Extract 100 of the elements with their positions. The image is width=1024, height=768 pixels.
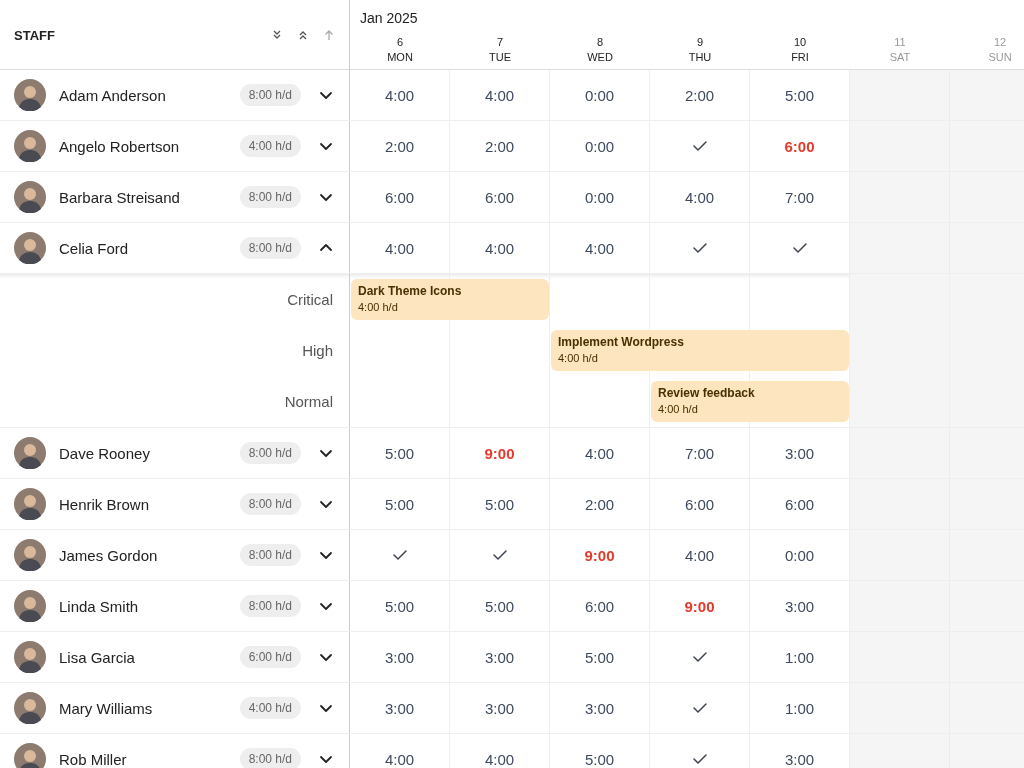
hours-cell: 2:00 bbox=[650, 70, 750, 120]
staff-name: Linda Smith bbox=[59, 597, 140, 615]
expand-all-icon[interactable] bbox=[271, 29, 283, 41]
hours-cell: 9:00 bbox=[650, 581, 750, 631]
avatar-icon bbox=[14, 79, 46, 111]
day-number: 11 bbox=[894, 36, 906, 48]
hours-cell: 5:00 bbox=[450, 581, 550, 631]
hours-cell: 7:00 bbox=[650, 428, 750, 478]
hours-cell: 4:00 bbox=[350, 70, 450, 120]
hours-cell: 0:00 bbox=[550, 172, 650, 222]
avatar-icon bbox=[14, 743, 46, 768]
day-number: 6 bbox=[396, 36, 404, 48]
hours-cell: 6:00 bbox=[650, 479, 750, 529]
avatar-icon bbox=[14, 692, 46, 724]
hours-cell: 5:00 bbox=[350, 428, 450, 478]
day-number: 9 bbox=[696, 36, 704, 48]
hours-cell: 5:00 bbox=[350, 581, 450, 631]
hours-cell: 0:00 bbox=[550, 70, 650, 120]
hours-cell: 4:00 bbox=[650, 172, 750, 222]
avatar-icon bbox=[14, 181, 46, 213]
staff-name: Barbara Streisand bbox=[59, 188, 181, 206]
hours-cell: 0:00 bbox=[550, 121, 650, 171]
staff-name: Angelo Robertson bbox=[59, 137, 181, 155]
hours-cell: 3:00 bbox=[450, 683, 550, 733]
avatar-icon bbox=[14, 590, 46, 622]
hours-cell: 4:00 bbox=[550, 428, 650, 478]
hours-cell: 3:00 bbox=[450, 632, 550, 682]
hours-per-day-badge: 4:00 h/d bbox=[239, 135, 301, 157]
staff-name: Rob Miller bbox=[59, 750, 128, 768]
weekday-label: FRI bbox=[791, 51, 809, 63]
hours-per-day-badge: 8:00 h/d bbox=[239, 442, 301, 464]
hours-per-day-badge: 8:00 h/d bbox=[239, 186, 301, 208]
check-icon bbox=[792, 242, 807, 254]
hours-cell: 5:00 bbox=[450, 479, 550, 529]
avatar-icon bbox=[14, 437, 46, 469]
hours-cell: 4:00 bbox=[450, 734, 550, 768]
check-icon bbox=[692, 702, 707, 714]
task-bar[interactable]: Implement Wordpress 4:00 h/d bbox=[551, 330, 849, 371]
hours-cell: 4:00 bbox=[450, 70, 550, 120]
hours-cell: 4:00 bbox=[550, 223, 650, 273]
collapse-all-icon[interactable] bbox=[297, 29, 309, 41]
weekday-label: TUE bbox=[489, 51, 511, 63]
hours-cell: 5:00 bbox=[350, 479, 450, 529]
hours-cell: 9:00 bbox=[450, 428, 550, 478]
weekday-label: SUN bbox=[988, 51, 1012, 63]
check-icon bbox=[692, 651, 707, 663]
task-bar[interactable]: Review feedback 4:00 h/d bbox=[651, 381, 849, 422]
hours-cell: 4:00 bbox=[350, 223, 450, 273]
day-number: 7 bbox=[496, 36, 504, 48]
hours-cell: 9:00 bbox=[550, 530, 650, 580]
hours-cell: 3:00 bbox=[350, 683, 450, 733]
check-icon bbox=[692, 242, 707, 254]
hours-per-day-badge: 8:00 h/d bbox=[239, 84, 301, 106]
staff-name: Mary Williams bbox=[59, 699, 154, 717]
staff-name: Dave Rooney bbox=[59, 444, 151, 462]
hours-cell: 4:00 bbox=[650, 530, 750, 580]
avatar-icon bbox=[14, 641, 46, 673]
hours-cell: 6:00 bbox=[350, 172, 450, 222]
hours-cell: 6:00 bbox=[550, 581, 650, 631]
staff-name: Henrik Brown bbox=[59, 495, 151, 513]
hours-cell: 4:00 bbox=[350, 734, 450, 768]
hours-cell: 6:00 bbox=[450, 172, 550, 222]
weekday-label: SAT bbox=[889, 51, 911, 63]
hours-cell: 5:00 bbox=[550, 734, 650, 768]
column-title: STAFF bbox=[14, 27, 56, 43]
day-number: 8 bbox=[596, 36, 604, 48]
hours-cell: 2:00 bbox=[550, 479, 650, 529]
check-icon bbox=[692, 140, 707, 152]
hours-per-day-badge: 8:00 h/d bbox=[239, 544, 301, 566]
task-bar[interactable]: Dark Theme Icons 4:00 h/d bbox=[351, 279, 549, 320]
avatar-icon bbox=[14, 539, 46, 571]
staff-name: Celia Ford bbox=[59, 239, 130, 257]
check-icon bbox=[392, 549, 407, 561]
hours-per-day-badge: 8:00 h/d bbox=[239, 748, 301, 768]
priority-label: Normal bbox=[284, 393, 333, 410]
hours-cell: 3:00 bbox=[350, 632, 450, 682]
hours-cell: 4:00 bbox=[450, 223, 550, 273]
hours-cell: 3:00 bbox=[550, 683, 650, 733]
staff-name: James Gordon bbox=[59, 546, 159, 564]
check-icon bbox=[492, 549, 507, 561]
weekday-label: WED bbox=[587, 51, 613, 63]
day-number: 12 bbox=[993, 36, 1007, 48]
hours-cell: 2:00 bbox=[450, 121, 550, 171]
month-label: Jan 2025 bbox=[359, 9, 419, 28]
avatar-icon bbox=[14, 130, 46, 162]
check-icon bbox=[692, 753, 707, 765]
day-number: 10 bbox=[793, 36, 807, 48]
hours-cell: 5:00 bbox=[550, 632, 650, 682]
avatar-icon bbox=[14, 232, 46, 264]
priority-label: High bbox=[302, 342, 333, 359]
weekday-label: MON bbox=[387, 51, 413, 63]
hours-per-day-badge: 8:00 h/d bbox=[239, 493, 301, 515]
staff-name: Adam Anderson bbox=[59, 86, 167, 104]
staff-name: Lisa Garcia bbox=[59, 648, 136, 666]
hours-per-day-badge: 6:00 h/d bbox=[239, 646, 301, 668]
hours-per-day-badge: 4:00 h/d bbox=[239, 697, 301, 719]
priority-label: Critical bbox=[287, 291, 333, 308]
hours-per-day-badge: 8:00 h/d bbox=[239, 595, 301, 617]
hours-per-day-badge: 8:00 h/d bbox=[239, 237, 301, 259]
weekday-label: THU bbox=[688, 51, 712, 63]
